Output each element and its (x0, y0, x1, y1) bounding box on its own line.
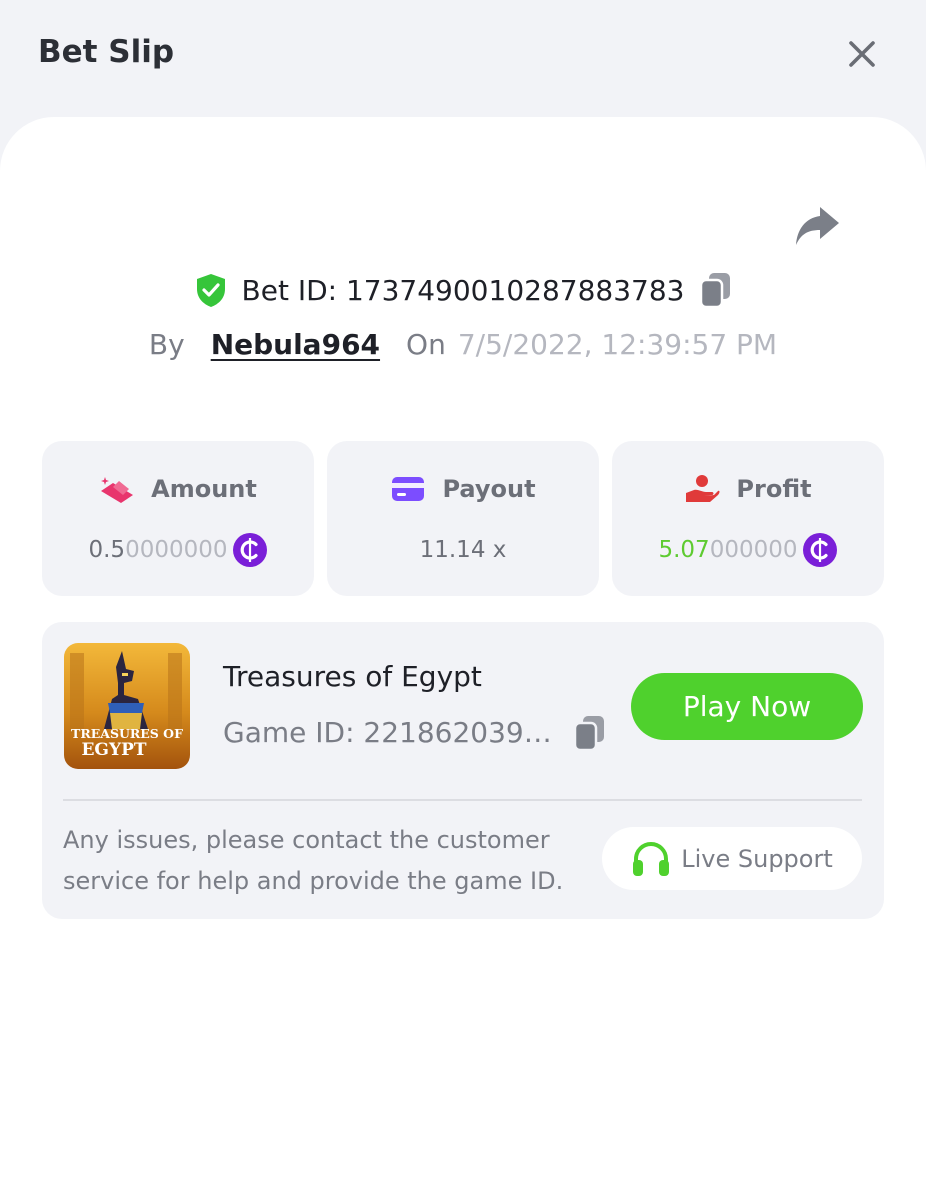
on-label: On (406, 327, 446, 361)
profit-value-faded: 000000 (709, 537, 798, 563)
profit-label: Profit (736, 475, 812, 503)
headset-icon (633, 841, 670, 876)
username-link[interactable]: Nebula964 (211, 328, 380, 361)
payout-value-text: 11.14 x (419, 537, 507, 563)
hand-coins-icon (686, 475, 720, 502)
page-title: Bet Slip (38, 34, 175, 70)
bet-id-row: Bet ID: 1737490010287883783 (0, 266, 926, 314)
amount-value-main: 0.5 (88, 537, 126, 563)
game-id-text: Game ID: 2218620397... (223, 716, 563, 749)
game-thumbnail-caption-2: EGYPT (81, 740, 147, 760)
profit-card: Profit 5.07 000000 (612, 441, 884, 596)
amount-value: 0.5 0000000 (42, 530, 314, 570)
card-icon (392, 477, 425, 501)
bet-id-text: Bet ID: 1737490010287883783 (241, 273, 685, 307)
close-icon[interactable] (840, 32, 884, 76)
shield-check-icon (196, 274, 225, 307)
payout-label: Payout (442, 475, 536, 503)
copy-icon[interactable] (698, 271, 732, 309)
amount-card: Amount 0.5 0000000 (42, 441, 314, 596)
bet-datetime: 7/5/2022, 12:39:57 PM (457, 327, 778, 361)
game-thumbnail[interactable]: TREASURES OF EGYPT (64, 643, 190, 769)
payout-value: 11.14 x (327, 530, 599, 570)
game-title: Treasures of Egypt (223, 660, 482, 693)
payout-card: Payout 11.14 x (327, 441, 599, 596)
money-hand-icon (101, 477, 134, 503)
amount-value-faded: 0000000 (125, 537, 228, 563)
live-support-label: Live Support (681, 844, 833, 873)
coin-icon (802, 533, 837, 567)
game-thumbnail-caption-1: TREASURES OF (71, 726, 183, 741)
help-text: Any issues, please contact the customer … (63, 826, 564, 895)
divider (63, 799, 862, 801)
bet-meta-row: By Nebula964 On 7/5/2022, 12:39:57 PM (0, 322, 926, 366)
coin-icon (232, 533, 267, 567)
profit-value-main: 5.07 (658, 537, 710, 563)
by-label: By (148, 327, 185, 361)
live-support-button[interactable]: Live Support (602, 827, 862, 890)
play-now-button[interactable]: Play Now (631, 673, 863, 740)
header: Bet Slip (0, 0, 926, 118)
profit-value: 5.07 000000 (612, 530, 884, 570)
share-icon[interactable] (792, 203, 842, 249)
game-card: TREASURES OF EGYPT Treasures of Egypt Ga… (42, 622, 884, 919)
copy-icon[interactable] (572, 714, 606, 752)
amount-label: Amount (151, 475, 257, 503)
